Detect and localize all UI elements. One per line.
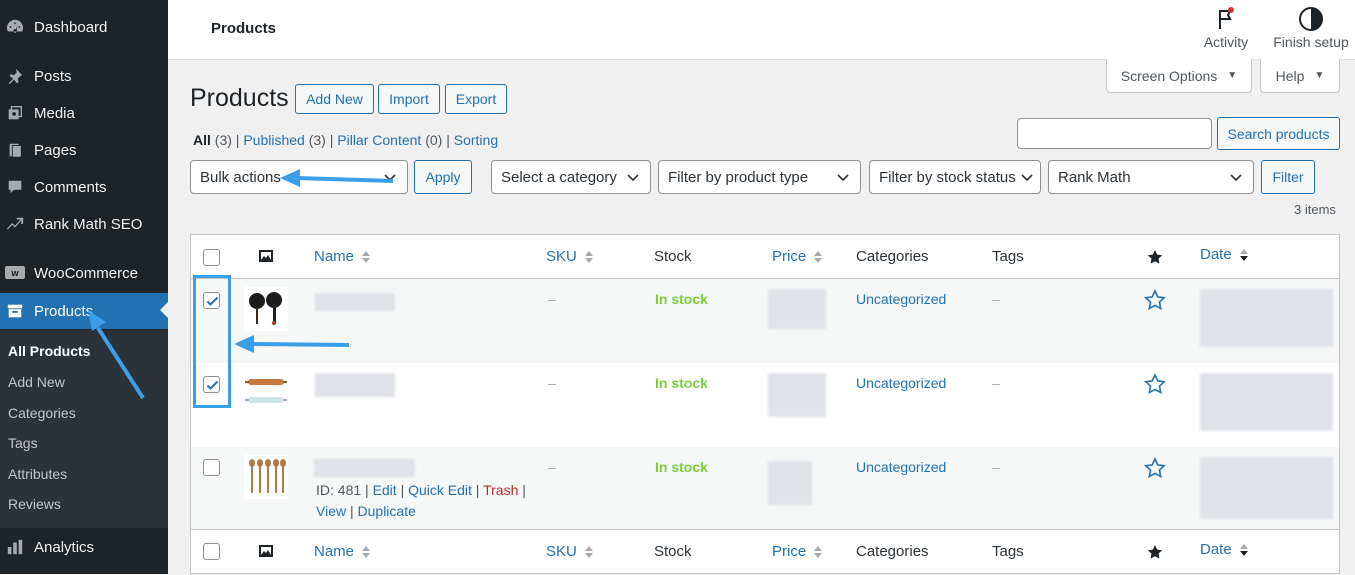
arrow-to-products-menu — [88, 310, 145, 400]
arrow-to-bulk-actions — [280, 169, 394, 187]
annotation-arrows — [88, 169, 394, 400]
arrow-to-checkboxes — [234, 335, 350, 353]
